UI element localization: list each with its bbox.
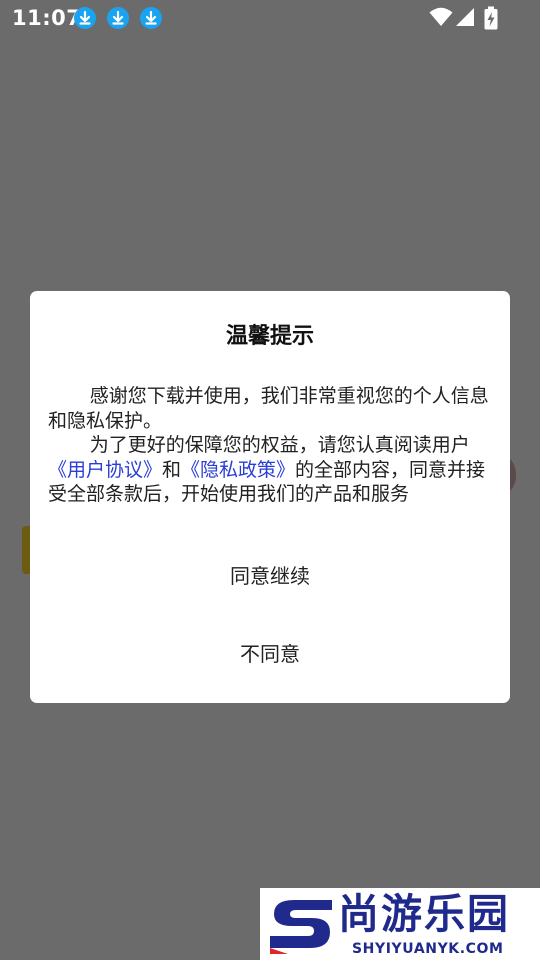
- watermark-brand: 尚游乐园: [338, 890, 510, 938]
- dialog-title: 温馨提示: [225, 324, 314, 349]
- privacy-policy-link[interactable]: 《隐私政策》: [181, 459, 295, 481]
- disagree-button[interactable]: 不同意: [30, 632, 510, 676]
- paragraph-2-and: 和: [162, 458, 182, 481]
- status-bar: 11:07: [0, 0, 540, 36]
- dialog-paragraph-2: 为了更好的保障您的权益，请您认真阅读用户《用户协议》和《隐私政策》的全部内容，同…: [48, 433, 494, 507]
- watermark-domain: SHYIYUANYK.COM: [352, 941, 504, 957]
- download-icon: [107, 7, 129, 29]
- privacy-dialog: 温馨提示 感谢您下载并使用，我们非常重视您的个人信息和隐私保护。 为了更好的保障…: [30, 291, 510, 703]
- wifi-icon: [429, 7, 453, 26]
- signal-icon: [456, 8, 474, 26]
- battery-charging-icon: [484, 6, 498, 30]
- user-agreement-link[interactable]: 《用户协议》: [48, 459, 162, 481]
- agree-button[interactable]: 同意继续: [30, 554, 510, 598]
- dialog-body: 感谢您下载并使用，我们非常重视您的个人信息和隐私保护。 为了更好的保障您的权益，…: [48, 384, 494, 507]
- s-logo-icon: [270, 900, 332, 954]
- paragraph-2-prefix: 为了更好的保障您的权益，请您认真阅读用户: [89, 434, 470, 456]
- download-icon: [74, 7, 96, 29]
- dialog-paragraph-1: 感谢您下载并使用，我们非常重视您的个人信息和隐私保护。: [48, 385, 489, 432]
- watermark-logo: 尚游乐园 SHYIYUANYK.COM: [260, 888, 540, 960]
- status-time: 11:07: [12, 6, 82, 30]
- download-icon: [140, 7, 162, 29]
